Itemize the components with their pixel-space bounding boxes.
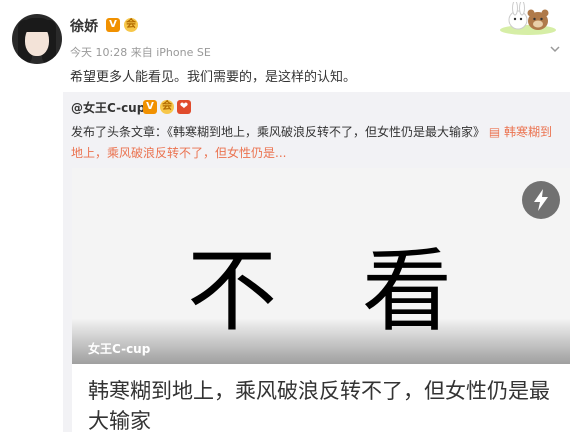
vip-icon[interactable]: 会 xyxy=(124,18,138,32)
post-source[interactable]: iPhone SE xyxy=(156,46,211,59)
article-card[interactable]: 不 看 女王C-cup 韩寒糊到地上，乘风破浪反转不了，但女性仍是最大输家 xyxy=(72,168,570,432)
article-title[interactable]: 韩寒糊到地上，乘风破浪反转不了，但女性仍是最大输家 xyxy=(88,376,558,432)
vip-icon[interactable]: 会 xyxy=(160,100,174,114)
article-link-cont[interactable]: 地上，乘风破浪反转不了，但女性仍是... xyxy=(71,146,286,160)
chevron-down-icon[interactable] xyxy=(548,42,562,56)
post-meta: 今天 10:28 来自 iPhone SE xyxy=(70,44,211,60)
article-link[interactable]: 韩寒糊到 xyxy=(504,125,552,139)
repost-text-prefix: 发布了头条文章：《韩寒糊到地上，乘风破浪反转不了，但女性仍是最大输家》 xyxy=(71,125,486,139)
source-prefix: 来自 xyxy=(130,46,153,59)
repost-text: 发布了头条文章：《韩寒糊到地上，乘风破浪反转不了，但女性仍是最大输家》 ▤ 韩寒… xyxy=(71,122,561,164)
weibo-post: 徐娇 V 会 今天 10:28 来自 iPhone SE 希望更多人能看见。我们… xyxy=(0,0,570,432)
post-timestamp[interactable]: 今天 10:28 xyxy=(70,46,127,59)
heart-badge-icon[interactable]: ❤ xyxy=(177,100,191,114)
verified-v-icon[interactable]: V xyxy=(106,18,120,32)
sticker-decoration xyxy=(500,2,556,35)
article-cover[interactable]: 不 看 女王C-cup xyxy=(72,168,570,364)
cover-author: 女王C-cup xyxy=(88,342,151,356)
repost-username[interactable]: @女王C-cup xyxy=(71,99,145,116)
verified-v-icon[interactable]: V xyxy=(143,100,157,114)
avatar[interactable] xyxy=(12,14,62,64)
flash-icon[interactable] xyxy=(522,181,560,219)
avatar-bangs xyxy=(22,18,52,32)
repost-block[interactable]: @女王C-cup V 会 ❤ 发布了头条文章：《韩寒糊到地上，乘风破浪反转不了，… xyxy=(63,92,570,432)
article-link-icon[interactable]: ▤ xyxy=(489,125,500,139)
post-username[interactable]: 徐娇 xyxy=(70,16,98,36)
post-text: 希望更多人能看见。我们需要的，是这样的认知。 xyxy=(70,70,357,85)
